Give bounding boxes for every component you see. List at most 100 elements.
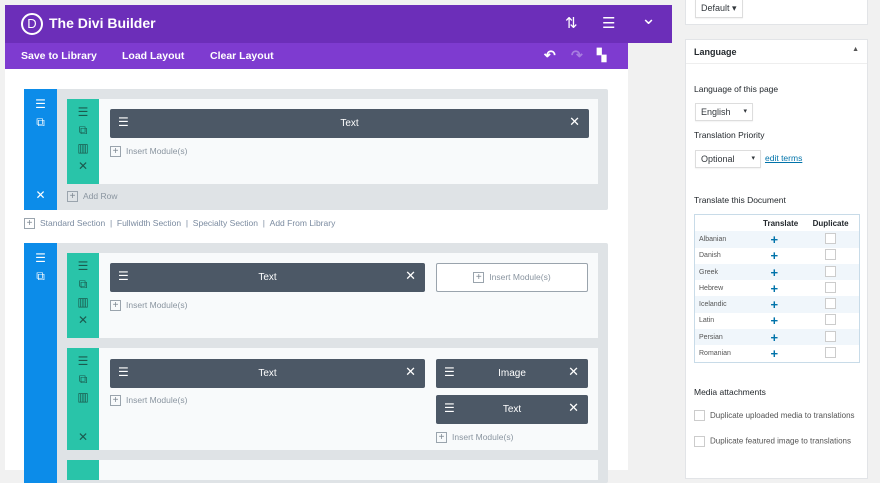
language-name: Hebrew — [699, 284, 724, 292]
chevron-down-icon[interactable]: ⌄ — [641, 8, 656, 29]
image-module[interactable]: ☰ Image ✕ — [436, 359, 588, 388]
add-translation-icon[interactable]: + — [746, 263, 803, 281]
builder-title: The Divi Builder — [49, 15, 156, 31]
row-controls: ☰ ⧉ ▥ ✕ — [67, 253, 99, 338]
add-translation-icon[interactable]: + — [747, 345, 803, 361]
language-name: Romanian — [699, 350, 731, 358]
clone-icon[interactable]: ⧉ — [24, 113, 57, 131]
builder-header: D The Divi Builder ⇅ ☰ ⌄ — [5, 5, 672, 43]
row-controls — [67, 460, 99, 480]
specialty-section-link[interactable]: Specialty Section — [193, 218, 258, 228]
media-option-2[interactable]: Duplicate featured image to translations — [694, 436, 869, 447]
add-translation-icon[interactable]: + — [746, 296, 803, 313]
close-icon[interactable]: ✕ — [568, 364, 579, 380]
media-option-1-label: Duplicate uploaded media to translations — [710, 411, 855, 420]
close-icon[interactable]: ✕ — [405, 364, 416, 380]
text-module[interactable]: ☰ Text ✕ — [110, 359, 425, 388]
duplicate-checkbox[interactable] — [825, 232, 837, 244]
add-from-library-link[interactable]: Add From Library — [270, 218, 336, 228]
edit-terms-link[interactable]: edit terms — [765, 153, 802, 163]
text-module[interactable]: ☰ Text ✕ — [110, 109, 589, 138]
add-translation-icon[interactable]: + — [746, 329, 803, 346]
row-controls: ☰ ⧉ ▥ ✕ — [67, 348, 99, 450]
insert-module-button[interactable]: + Insert Module(s) — [110, 300, 187, 312]
add-translation-icon[interactable]: + — [746, 231, 803, 248]
language-row: Danish + — [695, 248, 859, 264]
redo-icon[interactable]: ↷ — [571, 47, 583, 64]
add-translation-icon[interactable]: + — [747, 248, 803, 264]
standard-section-link[interactable]: Standard Section — [40, 218, 105, 228]
clone-icon[interactable]: ⧉ — [67, 370, 99, 388]
undo-icon[interactable]: ↶ — [544, 47, 556, 64]
drag-icon[interactable]: ☰ — [24, 249, 57, 267]
duplicate-checkbox[interactable] — [825, 347, 837, 359]
row-controls: ☰ ⧉ ▥ ✕ — [67, 99, 99, 184]
media-title: Media attachments — [694, 387, 766, 397]
history-icon[interactable]: ▚ — [597, 48, 606, 62]
plus-icon: + — [110, 300, 121, 312]
close-icon[interactable]: ✕ — [568, 400, 579, 416]
page-language-select[interactable]: English ▾ — [695, 103, 753, 121]
duplicate-checkbox[interactable] — [825, 330, 837, 342]
columns-icon[interactable]: ▥ — [67, 139, 99, 157]
drag-icon[interactable]: ☰ — [67, 352, 99, 370]
insert-label: Insert Module(s) — [126, 146, 188, 156]
insert-module-button[interactable]: + Insert Module(s) — [110, 146, 188, 158]
insert-label: Insert Module(s) — [126, 395, 188, 405]
load-layout-button[interactable]: Load Layout — [122, 50, 184, 62]
translate-header: Translate — [763, 218, 799, 228]
clone-icon[interactable]: ⧉ — [24, 267, 57, 285]
language-name: Latin — [699, 317, 715, 325]
clear-layout-button[interactable]: Clear Layout — [210, 50, 274, 62]
columns-icon[interactable]: ▥ — [67, 388, 99, 406]
duplicate-checkbox[interactable] — [825, 298, 837, 310]
close-icon[interactable]: ✕ — [569, 114, 580, 130]
insert-label: Insert Module(s) — [489, 272, 551, 282]
language-name: Persian — [695, 329, 747, 346]
collapse-icon[interactable]: ▲ — [852, 46, 859, 53]
clone-icon[interactable]: ⧉ — [67, 275, 99, 293]
priority-select[interactable]: Optional ▾ — [695, 150, 761, 168]
text-module[interactable]: ☰ Text ✕ — [110, 263, 425, 292]
add-translation-icon[interactable]: + — [747, 280, 803, 296]
drag-icon[interactable]: ☰ — [67, 257, 99, 275]
sort-icon[interactable]: ⇅ — [565, 14, 578, 32]
template-select[interactable]: Default ▾ — [695, 0, 743, 18]
close-icon[interactable]: ✕ — [67, 311, 99, 329]
duplicate-checkbox[interactable] — [825, 281, 837, 293]
row — [67, 460, 598, 480]
close-icon[interactable]: ✕ — [67, 157, 99, 175]
language-name: Icelandic — [695, 296, 747, 313]
insert-module-button[interactable]: + Insert Module(s) — [110, 395, 188, 407]
drag-icon[interactable]: ☰ — [67, 103, 99, 121]
add-row-button[interactable]: + Add Row — [67, 191, 118, 203]
checkbox[interactable] — [694, 436, 705, 447]
page-language-label: Language of this page — [694, 84, 779, 94]
media-option-1[interactable]: Duplicate uploaded media to translations — [694, 410, 866, 423]
checkbox[interactable] — [694, 410, 705, 422]
language-row: Albanian + — [695, 231, 859, 248]
insert-module-button[interactable]: + Insert Module(s) — [436, 432, 513, 444]
text-module[interactable]: ☰ Text ✕ — [436, 395, 588, 424]
close-icon[interactable]: ✕ — [24, 186, 57, 204]
close-icon[interactable]: ✕ — [405, 268, 416, 284]
language-panel: Language ▲ Language of this page English… — [685, 39, 868, 479]
save-to-library-button[interactable]: Save to Library — [21, 50, 97, 62]
section-controls: ☰ ⧉ — [24, 243, 57, 483]
duplicate-checkbox[interactable] — [825, 265, 837, 277]
menu-icon[interactable]: ☰ — [602, 14, 615, 32]
duplicate-checkbox[interactable] — [825, 314, 837, 326]
clone-icon[interactable]: ⧉ — [67, 121, 99, 139]
insert-module-button[interactable]: + Insert Module(s) — [436, 263, 588, 292]
columns-icon[interactable]: ▥ — [67, 293, 99, 311]
add-translation-icon[interactable]: + — [747, 313, 803, 329]
close-icon[interactable]: ✕ — [67, 428, 99, 446]
fullwidth-section-link[interactable]: Fullwidth Section — [117, 218, 181, 228]
language-row: Icelandic + — [695, 296, 859, 313]
divider — [686, 63, 867, 64]
duplicate-checkbox[interactable] — [825, 249, 837, 261]
drag-icon[interactable]: ☰ — [24, 95, 57, 113]
module-label: Text — [258, 368, 277, 379]
plus-icon: + — [436, 432, 447, 444]
plus-icon: + — [24, 218, 35, 230]
